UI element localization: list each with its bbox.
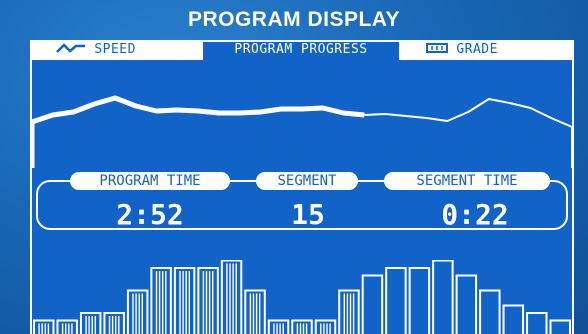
- tab-grade-label: GRADE: [456, 42, 498, 57]
- grade-bar: [526, 312, 548, 334]
- grade-bar: [126, 289, 149, 334]
- grade-bar: [502, 304, 525, 334]
- grade-bar: [549, 319, 571, 334]
- grade-bar: [33, 319, 55, 334]
- segment-time-value: 0:22: [441, 198, 509, 231]
- grade-bar: [455, 274, 478, 334]
- speed-profile-completed: [32, 95, 365, 168]
- tab-program-progress[interactable]: PROGRAM PROGRESS: [203, 42, 399, 60]
- readout-connector: [228, 180, 258, 182]
- tab-bar: SPEED PROGRAM PROGRESS GRADE: [30, 40, 574, 60]
- readout-connector: [356, 180, 386, 182]
- grade-bar: [291, 319, 313, 334]
- grade-bar: [244, 289, 266, 334]
- program-time-label: PROGRAM TIME: [70, 172, 230, 190]
- grade-bar: [479, 289, 501, 334]
- speed-wave-icon: [56, 43, 85, 53]
- segment-time-label: SEGMENT TIME: [384, 172, 550, 190]
- grade-bar-icon: [426, 43, 448, 53]
- grade-bar-chart: [33, 260, 571, 334]
- grade-bar: [385, 267, 407, 334]
- grade-bar: [361, 274, 384, 334]
- segment-value: 15: [291, 198, 325, 231]
- grade-bar: [173, 267, 196, 334]
- grade-bar: [220, 260, 243, 334]
- tab-program-progress-label: PROGRAM PROGRESS: [234, 42, 368, 57]
- grade-bar: [103, 312, 125, 334]
- tab-grade[interactable]: GRADE: [426, 40, 546, 60]
- grade-bar: [79, 312, 102, 334]
- grade-bar: [408, 267, 431, 334]
- tab-speed[interactable]: SPEED: [56, 40, 166, 60]
- grade-bar: [314, 319, 337, 334]
- grade-bar: [56, 319, 78, 334]
- speed-profile-chart: [32, 95, 572, 168]
- grade-bar: [267, 319, 290, 334]
- speed-profile-remaining: [364, 98, 572, 168]
- segment-label: SEGMENT: [256, 172, 358, 190]
- grade-bar: [338, 289, 360, 334]
- program-time-value: 2:52: [116, 198, 184, 231]
- page-title: PROGRAM DISPLAY: [187, 8, 401, 31]
- grade-bar: [150, 267, 172, 334]
- grade-bar: [197, 267, 219, 334]
- grade-bar: [432, 260, 454, 334]
- tab-speed-label: SPEED: [94, 42, 136, 57]
